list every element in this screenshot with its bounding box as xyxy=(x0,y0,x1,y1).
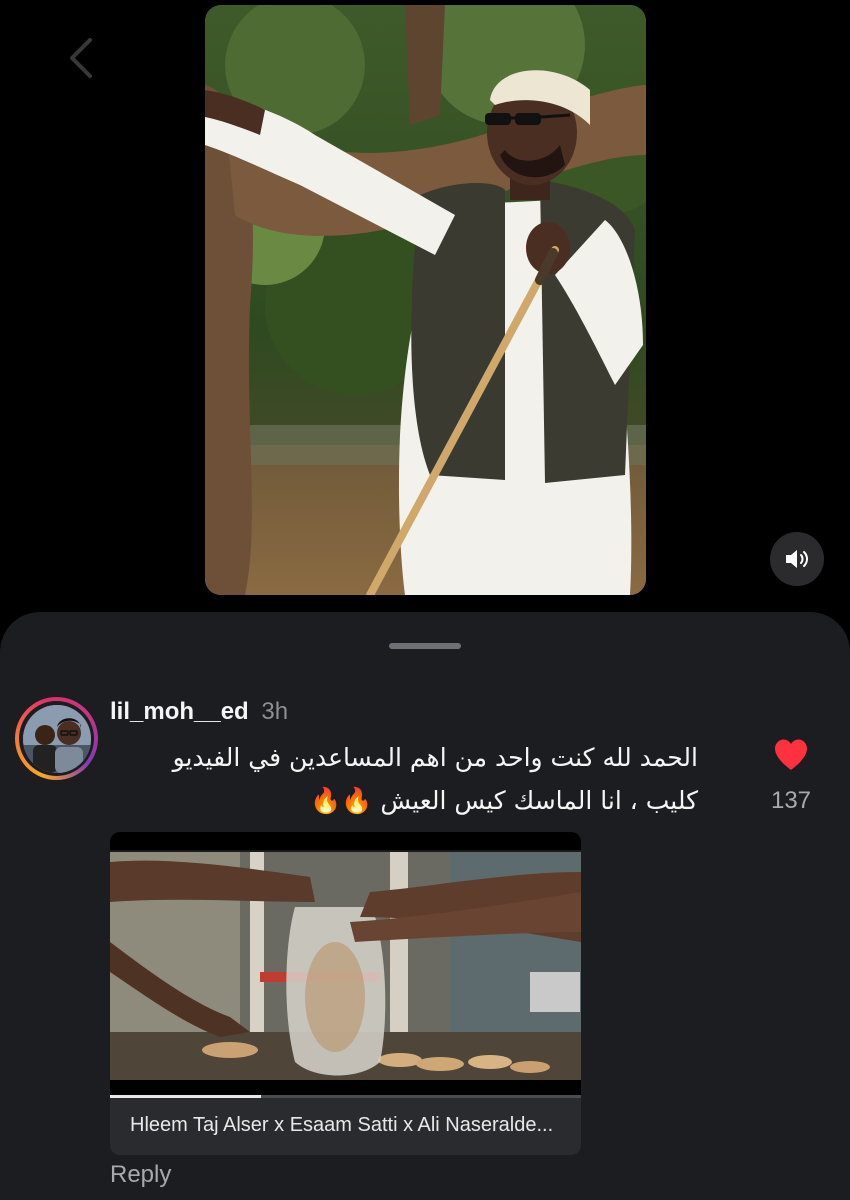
video-player[interactable] xyxy=(205,5,646,595)
comment-text: الحمد لله كنت واحد من اهم المساعدين في ا… xyxy=(108,736,698,822)
screen: lil_moh__ed 3h الحمد لله كنت واحد من اهم… xyxy=(0,0,850,1200)
video-progress-fill xyxy=(110,1095,261,1098)
attached-video-title: Hleem Taj Alser x Esaam Satti x Ali Nase… xyxy=(130,1114,554,1136)
reply-button[interactable]: Reply xyxy=(110,1161,171,1189)
speaker-icon xyxy=(786,550,808,568)
avatar-story-ring[interactable] xyxy=(15,697,98,780)
attached-video-thumbnail xyxy=(110,832,581,1095)
like-count: 137 xyxy=(770,787,812,814)
comment-timestamp: 3h xyxy=(261,698,289,725)
video-frame-image xyxy=(205,5,646,595)
avatar-gap xyxy=(19,701,94,776)
avatar-photo xyxy=(22,704,91,773)
comment-text-line-2: كليب ، انا الماسك كيس العيش 🔥🔥 xyxy=(310,786,698,815)
chevron-left-icon[interactable] xyxy=(66,36,96,80)
comment-text-line-1: الحمد لله كنت واحد من اهم المساعدين في ا… xyxy=(172,743,698,772)
comment-username[interactable]: lil_moh__ed xyxy=(110,698,249,725)
heart-icon[interactable] xyxy=(773,738,809,772)
comments-sheet: lil_moh__ed 3h الحمد لله كنت واحد من اهم… xyxy=(0,612,850,1200)
comment-header: lil_moh__ed 3h xyxy=(110,698,288,726)
sheet-drag-handle[interactable] xyxy=(389,643,461,649)
thumbnail-image xyxy=(110,832,581,1095)
sound-toggle-button[interactable] xyxy=(770,532,824,586)
attached-video-card[interactable]: Hleem Taj Alser x Esaam Satti x Ali Nase… xyxy=(110,832,581,1155)
avatar xyxy=(22,704,91,773)
video-progress-bar xyxy=(110,1095,581,1098)
